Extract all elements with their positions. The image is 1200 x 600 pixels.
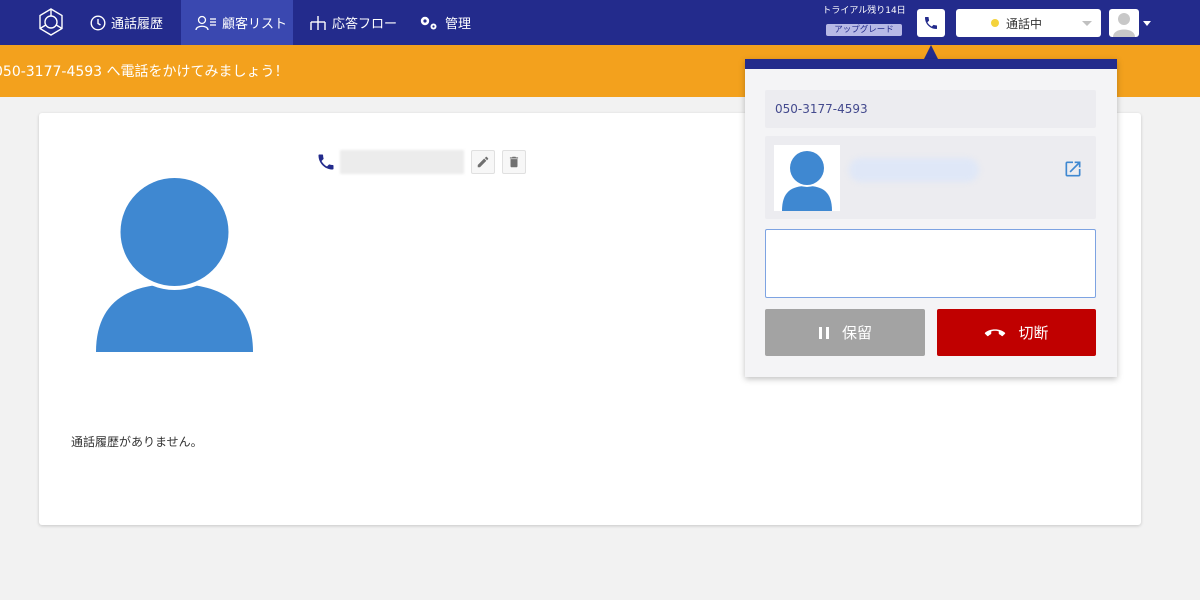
- hangup-label: 切断: [1018, 324, 1049, 342]
- trash-icon: [509, 156, 519, 168]
- hold-label: 保留: [841, 324, 872, 342]
- gears-icon: [420, 16, 437, 29]
- call-number-display: 050-3177-4593: [765, 90, 1096, 128]
- top-navbar: 通話履歴 顧客リスト 応答フロー 管理 トライアル残り14日 アップグレード 通…: [0, 0, 1200, 45]
- popup-header-bar: [745, 59, 1117, 69]
- flow-icon: [310, 15, 326, 30]
- nav-item-customer-list[interactable]: 顧客リスト: [181, 0, 293, 45]
- user-avatar-icon: [1113, 13, 1135, 37]
- nav-item-admin[interactable]: 管理: [414, 0, 475, 45]
- nav-label: 応答フロー: [332, 17, 398, 32]
- chevron-down-icon: [1082, 21, 1092, 26]
- hang-up-icon: [984, 327, 1006, 339]
- user-avatar-button[interactable]: [1109, 9, 1139, 37]
- customer-list-icon: [195, 15, 216, 30]
- caller-contact-card: [765, 136, 1096, 219]
- nav-label: 通話履歴: [111, 17, 164, 32]
- call-memo-textarea[interactable]: [765, 229, 1096, 298]
- logo-icon[interactable]: [36, 7, 66, 37]
- phone-icon: [318, 154, 334, 170]
- phone-icon: [925, 17, 937, 29]
- status-dot-icon: [991, 19, 999, 27]
- caller-avatar-icon: [774, 145, 840, 211]
- phone-button[interactable]: [917, 9, 945, 37]
- hold-button[interactable]: 保留: [765, 309, 925, 356]
- upgrade-button[interactable]: アップグレード: [826, 24, 902, 36]
- contact-phone-row: [316, 149, 526, 175]
- call-status-select[interactable]: 通話中: [956, 9, 1101, 37]
- nav-label: 管理: [445, 17, 472, 32]
- delete-button[interactable]: [502, 150, 526, 174]
- nav-item-call-history[interactable]: 通話履歴: [82, 0, 171, 45]
- trial-info: トライアル残り14日 アップグレード: [816, 6, 912, 36]
- active-call-popup: 050-3177-4593 保留 切断: [745, 59, 1117, 377]
- status-label: 通話中: [1006, 16, 1043, 31]
- pencil-icon: [477, 156, 489, 168]
- empty-call-history-text: 通話履歴がありません。: [71, 435, 203, 449]
- clock-icon: [90, 14, 106, 31]
- edit-button[interactable]: [471, 150, 495, 174]
- hangup-button[interactable]: 切断: [937, 309, 1096, 356]
- trial-remaining-text: トライアル残り14日: [822, 6, 906, 16]
- pause-icon: [818, 326, 830, 340]
- nav-label: 顧客リスト: [222, 17, 288, 32]
- banner-text: 050-3177-4593 へ電話をかけてみましょう！: [0, 64, 289, 80]
- popup-pointer: [924, 45, 938, 59]
- nav-item-response-flow[interactable]: 応答フロー: [305, 0, 401, 45]
- popup-body: 050-3177-4593 保留 切断: [745, 69, 1117, 377]
- open-in-new-icon[interactable]: [1063, 159, 1083, 179]
- redacted-phone-number: [340, 150, 464, 174]
- redacted-caller-name: [849, 158, 979, 182]
- customer-avatar-icon: [96, 176, 253, 352]
- user-menu-caret-icon[interactable]: [1143, 21, 1151, 26]
